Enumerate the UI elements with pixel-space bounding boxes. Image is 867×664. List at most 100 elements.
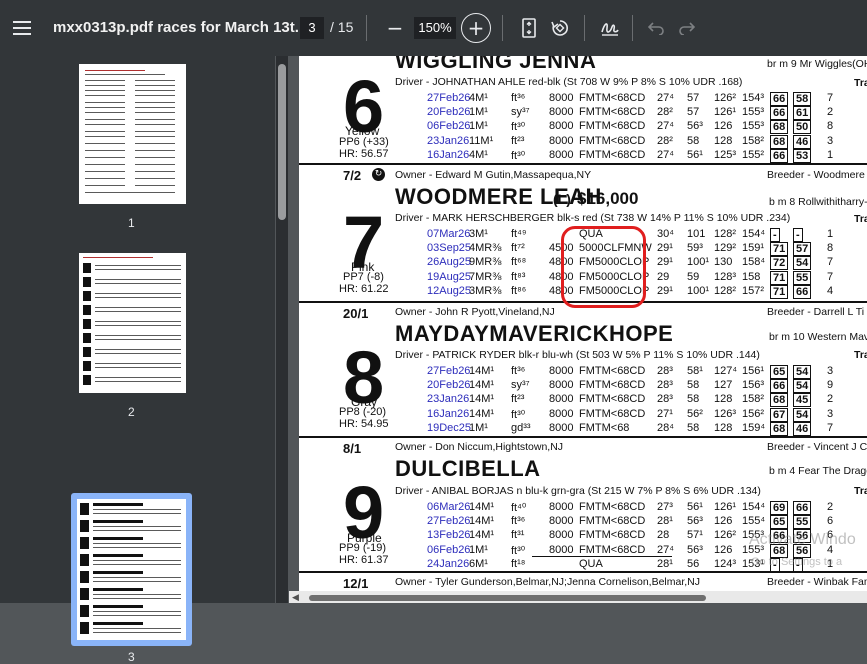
zoom-in-button[interactable]: + xyxy=(461,13,491,43)
race-date: 23Jan26 xyxy=(427,134,470,147)
race-fin: 156¹ xyxy=(742,365,765,377)
trainer-label: Trai xyxy=(854,485,867,497)
race-sp: 69 xyxy=(770,501,789,515)
scroll-left-icon[interactable]: ◀ xyxy=(292,592,299,603)
document-title: mxx0313p.pdf races for March 13t... xyxy=(53,19,308,36)
horizontal-scrollbar-thumb[interactable] xyxy=(309,595,706,601)
race-class: FMTM<68CD xyxy=(579,92,646,104)
page-thumbnail-label: 3 xyxy=(128,650,135,664)
page-thumbnail-1[interactable] xyxy=(79,64,186,204)
race-date: 20Feb26 xyxy=(427,379,471,392)
race-cond: ft⁴⁰ xyxy=(511,502,527,514)
race-cond: ft⁷² xyxy=(511,242,525,255)
race-q1: 27⁴ xyxy=(657,148,674,161)
race-sp: 68 xyxy=(770,120,789,135)
race-race: 11M¹ xyxy=(469,134,494,147)
race-q3: 125³ xyxy=(714,148,737,161)
race-class: FMTM<68 xyxy=(579,421,630,434)
owner-info: Owner - Don Niccum,Hightstown,NJ xyxy=(395,441,564,453)
race-sp: 71 xyxy=(770,270,789,285)
race-pos: 2 xyxy=(827,106,834,119)
race-q1: 29¹ xyxy=(657,256,673,269)
owner-info: Owner - John R Pyott,Vineland,NJ xyxy=(395,306,555,318)
race-sp: 67 xyxy=(770,407,789,422)
race-fig: 54 xyxy=(793,407,812,422)
current-page-input[interactable]: 3 xyxy=(300,17,324,39)
toolbar-divider xyxy=(502,15,503,41)
sidebar-scrollbar-thumb[interactable] xyxy=(278,64,286,220)
horse-divider xyxy=(299,436,867,438)
race-q3: 127⁴ xyxy=(714,365,738,377)
race-q1: 28³ xyxy=(657,393,673,406)
race-fig: 55 xyxy=(793,515,812,530)
race-pos: 7 xyxy=(827,256,834,269)
race-sp: 72 xyxy=(770,256,789,271)
race-cond: ft³⁰ xyxy=(511,121,526,134)
race-cond: ft³⁰ xyxy=(511,408,526,421)
race-fig: - xyxy=(793,228,803,242)
race-cond: sy³⁷ xyxy=(511,379,530,392)
race-q2: 56³ xyxy=(687,515,703,528)
fit-page-icon[interactable] xyxy=(517,16,541,40)
race-fig: 66 xyxy=(793,284,812,299)
race-sp: 68 xyxy=(770,421,789,436)
race-q1: 27⁴ xyxy=(657,92,674,104)
race-purse: 8000 xyxy=(549,106,574,119)
race-q2: 57 xyxy=(687,106,700,119)
breeder-info: Breeder - Darrell L Ti xyxy=(767,306,865,318)
breeder-info: Breeder - Winbak Fam xyxy=(767,576,867,588)
page-thumbnail-2[interactable] xyxy=(79,253,186,393)
race-q1: 28¹ xyxy=(657,557,673,570)
race-fig: 58 xyxy=(793,92,812,106)
race-q2: 57 xyxy=(687,92,700,104)
race-pos: 7 xyxy=(827,92,834,104)
race-sp: 66 xyxy=(770,92,789,106)
race-q1: 29¹ xyxy=(657,284,673,297)
driver-info: Driver - ANIBAL BORJAS n blu-k grn-gra (… xyxy=(395,485,761,497)
race-q1: 27⁴ xyxy=(657,120,674,133)
race-date: 27Feb26 xyxy=(427,92,471,104)
race-pos: 3 xyxy=(827,134,834,147)
race-fig: 55 xyxy=(793,270,812,285)
draw-icon[interactable] xyxy=(598,16,622,40)
zoom-level-input[interactable]: 150% xyxy=(414,17,456,39)
race-q2: 100¹ xyxy=(687,256,710,269)
race-class: FMTM<68CD xyxy=(579,393,646,406)
race-class: FMTM<68CD xyxy=(579,529,646,542)
race-q2: 59 xyxy=(687,270,700,283)
redo-icon[interactable] xyxy=(676,16,698,40)
race-pos: 4 xyxy=(827,284,834,297)
race-class: FMTM<68CD xyxy=(579,407,646,420)
race-date: 19Dec25 xyxy=(427,421,472,434)
race-pos: 7 xyxy=(827,270,834,283)
race-class: FMTM<68CD xyxy=(579,515,646,528)
race-date: 23Jan26 xyxy=(427,393,470,406)
zoom-out-button[interactable]: − xyxy=(383,16,407,40)
race-purse: 8000 xyxy=(549,379,574,392)
race-q3: 126 xyxy=(714,515,733,528)
race-pos: 2 xyxy=(827,501,834,513)
race-cond: ft¹⁸ xyxy=(511,557,526,570)
rotate-icon[interactable] xyxy=(548,16,572,40)
race-sp: 68 xyxy=(770,393,789,408)
race-fig: 50 xyxy=(793,120,812,135)
race-q3: 126 xyxy=(714,543,733,556)
page-thumbnail-3[interactable] xyxy=(77,499,186,640)
race-q3: 124³ xyxy=(714,557,737,570)
race-q2: 58¹ xyxy=(687,365,703,377)
race-purse: 8000 xyxy=(549,134,574,147)
race-fin: 159¹ xyxy=(742,242,765,255)
race-purse: 8000 xyxy=(549,365,574,377)
toolbar-divider xyxy=(366,15,367,41)
race-date: 16Jan26 xyxy=(427,407,470,420)
race-q1: 28³ xyxy=(657,379,673,392)
document-viewer[interactable]: WIGGLING JENNA br m 9 Mr Wiggles(OH) Tra… xyxy=(289,56,867,603)
race-q3: 126¹ xyxy=(714,501,737,513)
race-fin: 154³ xyxy=(742,92,765,104)
owner-info: Owner - Edward M Gutin,Massapequa,NY xyxy=(395,169,592,181)
race-cond: ft³⁶ xyxy=(511,365,526,377)
undo-icon[interactable] xyxy=(645,16,667,40)
race-purse: 8000 xyxy=(549,407,574,420)
race-pos: 9 xyxy=(827,379,834,392)
menu-icon[interactable] xyxy=(10,16,34,40)
